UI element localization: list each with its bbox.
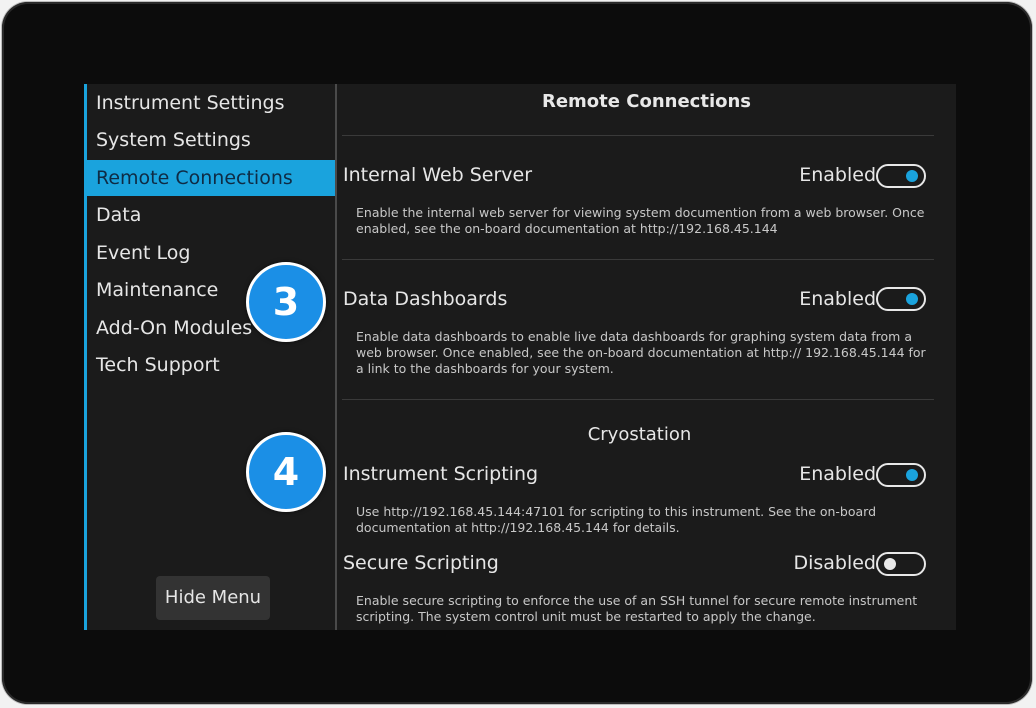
hide-menu-button[interactable]: Hide Menu <box>156 576 270 620</box>
toggle-knob <box>906 170 918 182</box>
instrument-scripting-status: Enabled <box>799 463 876 485</box>
sidebar-item-system-settings[interactable]: System Settings <box>87 122 335 158</box>
section-heading: Cryostation <box>587 424 692 445</box>
data-dashboards-description: Enable data dashboards to enable live da… <box>356 329 926 376</box>
touch-screen: Instrument Settings System Settings Remo… <box>84 84 956 630</box>
internal-web-server-description: Enable the internal web server for viewi… <box>356 205 925 236</box>
internal-web-server-status: Enabled <box>799 164 876 186</box>
page-title: Remote Connections <box>541 91 752 112</box>
toggle-knob <box>906 293 918 305</box>
data-dashboards-status: Enabled <box>799 288 876 310</box>
sidebar-item-instrument-settings[interactable]: Instrument Settings <box>87 85 335 121</box>
sidebar-menu: Instrument Settings System Settings Remo… <box>84 84 335 630</box>
toggle-knob <box>906 469 918 481</box>
secure-scripting-status: Disabled <box>793 552 876 574</box>
callout-badge-3: 3 <box>246 262 326 342</box>
internal-web-server-label: Internal Web Server <box>343 164 533 186</box>
instrument-scripting-label: Instrument Scripting <box>343 463 539 485</box>
secure-scripting-description: Enable secure scripting to enforce the u… <box>356 593 918 624</box>
secure-scripting-label: Secure Scripting <box>343 552 499 574</box>
sidebar-item-remote-connections[interactable]: Remote Connections <box>87 160 335 196</box>
settings-panel: Remote Connections Internal Web Server E… <box>337 84 956 630</box>
secure-scripting-toggle[interactable] <box>876 552 926 576</box>
instrument-scripting-description: Use http://192.168.45.144:47101 for scri… <box>356 504 877 535</box>
divider <box>342 135 934 136</box>
divider <box>342 259 934 260</box>
data-dashboards-toggle[interactable] <box>876 287 926 311</box>
callout-badge-4: 4 <box>246 432 326 512</box>
sidebar-item-data[interactable]: Data <box>87 197 335 233</box>
internal-web-server-toggle[interactable] <box>876 164 926 188</box>
data-dashboards-label: Data Dashboards <box>343 288 508 310</box>
divider <box>342 399 934 400</box>
instrument-scripting-toggle[interactable] <box>876 463 926 487</box>
sidebar-item-tech-support[interactable]: Tech Support <box>87 347 335 383</box>
toggle-knob <box>884 558 896 570</box>
